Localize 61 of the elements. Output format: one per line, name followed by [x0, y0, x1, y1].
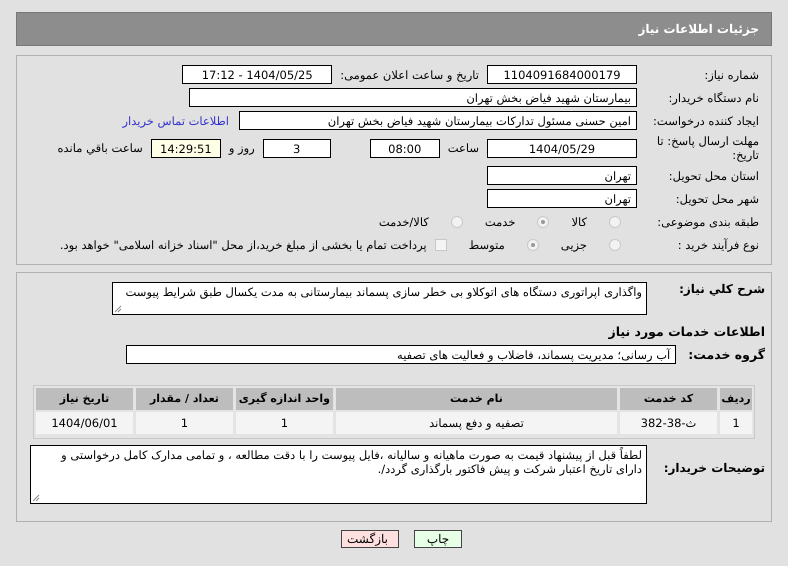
- description-textarea[interactable]: واگذاری اپراتوری دستگاه های اتوکلاو بی خطر سازی پسماند بیمارستانی به مدت یکسال طبق شرایط پیوست: [112, 282, 647, 315]
- option-label: کالا: [571, 214, 587, 228]
- checkbox[interactable]: [434, 238, 447, 250]
- table-cell: 1: [136, 412, 233, 434]
- table-cell: 1: [720, 412, 752, 434]
- column-header: واحد اندازه گیری: [236, 388, 333, 410]
- option-label: جزیی: [560, 238, 587, 252]
- deadline-time-field: 08:00: [370, 138, 440, 158]
- field-label: ساعت باقي مانده: [56, 141, 144, 155]
- deadline-date-field: 1404/05/29: [487, 138, 637, 158]
- field-label: شماره نیاز:: [703, 68, 760, 82]
- radio-button[interactable]: [526, 238, 539, 250]
- service-group-field: آب رسانی؛ مدیریت پسماند، فاضلاب و فعالیت های تصفیه: [126, 345, 676, 364]
- days-field: 3: [262, 138, 331, 158]
- column-header: تعداد / مقدار: [136, 388, 233, 410]
- field-label: گروه خدمت:: [688, 347, 766, 362]
- column-header: نام خدمت: [336, 388, 618, 410]
- buyer-notes-textarea[interactable]: لطفاً قبل از پیشنهاد قیمت به صورت ماهیانه و سالیانه ،فایل پیوست را با دقت مطالعه ، و تمامی مدارک کامل درخواستی و دارای تاریخ اعتبار شرکت و پیش فاکتور بارگذاری گردد/.: [30, 445, 647, 504]
- option-label: متوسط: [468, 238, 505, 252]
- column-header: تاریخ نیاز: [36, 388, 133, 410]
- need-number-field: 1104091684000179: [487, 65, 637, 84]
- announce-date-field: 1404/05/25 - 17:12: [182, 65, 332, 84]
- print-button[interactable]: چاپ: [414, 530, 462, 548]
- field-label: شرح کلي نیاز:: [678, 282, 766, 296]
- field-label: ایجاد کننده درخواست:: [652, 114, 760, 128]
- field-label: تاریخ و ساعت اعلان عمومی:: [339, 68, 480, 82]
- field-label: شهر محل تحویل:: [674, 192, 760, 206]
- radio-button[interactable]: [450, 216, 463, 228]
- page-title: جزئیات اطلاعات نیاز: [638, 22, 759, 36]
- section-heading: اطلاعات خدمات مورد نیاز: [608, 324, 766, 339]
- option-label: خدمت: [484, 214, 516, 228]
- resize-grip-icon[interactable]: [114, 305, 122, 313]
- field-label: نام دستگاه خریدار:: [667, 90, 760, 104]
- city-field: تهران: [487, 189, 637, 208]
- field-label: استان محل تحویل:: [668, 168, 760, 182]
- field-label: ساعت: [446, 141, 480, 155]
- back-button[interactable]: بازگشت: [341, 530, 399, 548]
- column-header: ردیف: [720, 388, 752, 410]
- radio-button[interactable]: [609, 238, 621, 250]
- radio-button[interactable]: [609, 216, 621, 228]
- field-label: توضیحات خریدار:: [662, 460, 766, 475]
- column-header: کد خدمت: [620, 388, 717, 410]
- description-text: واگذاری اپراتوری دستگاه های اتوکلاو بی خطر سازی پسماند بیمارستانی به مدت یکسال طبق شرایط پیوست: [126, 285, 642, 299]
- table-cell: 1404/06/01: [36, 412, 133, 434]
- province-field: تهران: [487, 166, 637, 185]
- field-label: نوع فرآیند خرید :: [676, 238, 760, 252]
- table-cell: تصفیه و دفع پسماند: [336, 412, 618, 434]
- buyer-org-field: بیمارستان شهید فیاض بخش تهران: [189, 88, 637, 107]
- field-label: مهلت ارسال پاسخ: تا تاریخ:: [656, 134, 760, 162]
- field-label: روز و: [227, 141, 256, 155]
- buyer-contact-link[interactable]: اطلاعات تماس خریدار: [122, 114, 239, 128]
- creator-field: امین حسنی مسئول تدارکات بیمارستان شهید فیاض بخش تهران: [239, 111, 637, 130]
- resize-grip-icon[interactable]: [32, 494, 40, 502]
- option-label: کالا/خدمت: [378, 214, 429, 228]
- table-cell: ث-38-382: [620, 412, 717, 434]
- radio-button[interactable]: [537, 216, 550, 228]
- remaining-time-field: 14:29:51: [150, 138, 221, 158]
- checkbox-label: پرداخت تمام یا بخشی از مبلغ خرید،از محل "اسناد خزانه اسلامی" خواهد بود.: [60, 238, 427, 252]
- field-label: طبقه بندی موضوعی:: [656, 214, 760, 228]
- buyer-notes-text: لطفاً قبل از پیشنهاد قیمت به صورت ماهیانه و سالیانه ،فایل پیوست را با دقت مطالعه ، و تمامی مدارک کامل درخواستی و دارای تاریخ اعتبار شرکت و پیش فاکتور بارگذاری گردد/.: [61, 448, 642, 476]
- table-cell: 1: [236, 412, 333, 434]
